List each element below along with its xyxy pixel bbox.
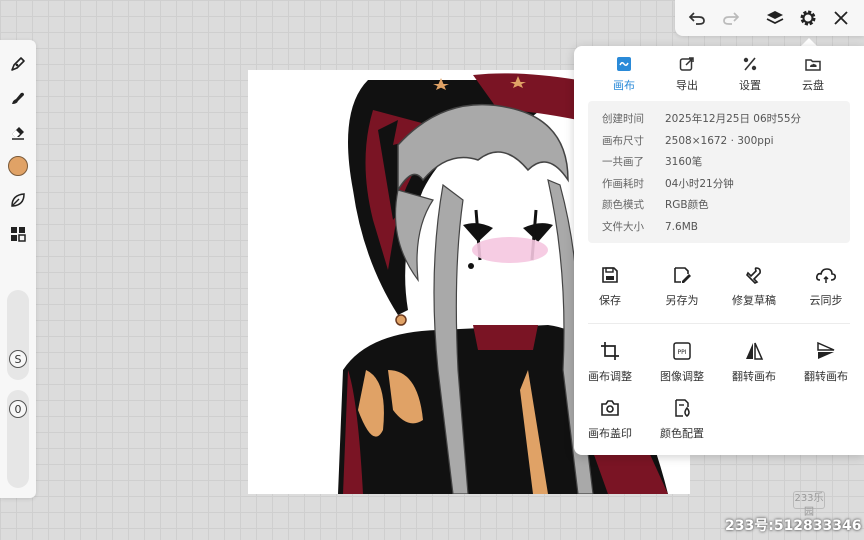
flip-vertical-icon: [790, 340, 862, 362]
close-icon[interactable]: [829, 6, 853, 30]
gear-icon[interactable]: [796, 6, 820, 30]
crop-icon: [574, 340, 646, 362]
layers-icon[interactable]: [763, 6, 787, 30]
color-config-icon: [646, 397, 718, 419]
ppi-icon: PPI: [646, 340, 718, 362]
leaf-icon[interactable]: [6, 188, 30, 212]
grid-icon[interactable]: [6, 222, 30, 246]
camera-icon: [574, 397, 646, 419]
canvas-adjust-button[interactable]: 画布调整: [574, 340, 646, 384]
left-toolbar: S 0: [0, 40, 36, 498]
color-config-button[interactable]: 颜色配置: [646, 397, 718, 441]
undo-icon[interactable]: [685, 6, 709, 30]
cloud-drive-icon: [778, 56, 848, 74]
redo-icon[interactable]: [719, 6, 743, 30]
canvas-adjust-label: 画布调整: [588, 370, 632, 383]
cloud-sync-button[interactable]: 云同步: [790, 264, 862, 308]
save-icon: [574, 264, 646, 286]
settings-icon: [715, 56, 785, 74]
canvas-stamp-button[interactable]: 画布盖印: [574, 397, 646, 441]
flip-horizontal-label: 翻转画布: [732, 370, 776, 383]
tab-export[interactable]: 导出: [652, 56, 722, 93]
save-button[interactable]: 保存: [574, 264, 646, 308]
repair-icon: [718, 264, 790, 286]
info-size: 画布尺寸 2508×1672 · 300ppi: [602, 135, 774, 147]
panel-divider: [588, 323, 850, 324]
brush-size-knob[interactable]: S: [9, 350, 27, 368]
watermark-logo: 233乐园: [793, 491, 825, 518]
eraser-icon[interactable]: [6, 120, 30, 144]
ppi-badge: PPI: [677, 349, 686, 356]
opacity-knob[interactable]: 0: [9, 400, 27, 418]
flip-horizontal-icon: [718, 340, 790, 362]
tab-export-label: 导出: [676, 79, 698, 92]
image-adjust-button[interactable]: PPI 图像调整: [646, 340, 718, 384]
info-duration: 作画耗时 04小时21分钟: [602, 178, 734, 190]
panel-caret: [801, 38, 817, 46]
flip-canvas-horizontal-button[interactable]: 翻转画布: [718, 340, 790, 384]
info-strokes: 一共画了 3160笔: [602, 156, 703, 168]
color-config-label: 颜色配置: [660, 427, 704, 440]
tab-cloud-drive[interactable]: 云盘: [778, 56, 848, 93]
current-color: [8, 156, 28, 176]
cloud-sync-icon: [790, 264, 862, 286]
image-adjust-label: 图像调整: [660, 370, 704, 383]
canvas-stamp-label: 画布盖印: [588, 427, 632, 440]
tab-cloud-drive-label: 云盘: [802, 79, 824, 92]
repair-draft-button[interactable]: 修复草稿: [718, 264, 790, 308]
info-file-size: 文件大小 7.6MB: [602, 221, 698, 233]
top-toolbar: [675, 0, 864, 36]
info-color-mode: 颜色模式 RGB颜色: [602, 199, 709, 211]
tab-canvas[interactable]: 画布: [589, 56, 659, 93]
canvas-settings-panel: 画布 导出 设置 云盘 创建时间 2025年12月25日 06时55分 画布尺寸 2…: [574, 46, 864, 455]
color-swatch[interactable]: [6, 154, 30, 178]
flip-vertical-label: 翻转画布: [804, 370, 848, 383]
smudge-icon[interactable]: [6, 86, 30, 110]
save-label: 保存: [599, 294, 621, 307]
tab-canvas-label: 画布: [613, 79, 635, 92]
brush-icon[interactable]: [6, 52, 30, 76]
canvas-info: 创建时间 2025年12月25日 06时55分 画布尺寸 2508×1672 · 3…: [588, 101, 850, 243]
canvas-icon: [589, 56, 659, 74]
save-as-label: 另存为: [665, 294, 699, 307]
watermark-id: 233号:512833346: [725, 518, 862, 534]
repair-draft-label: 修复草稿: [732, 294, 776, 307]
flip-canvas-vertical-button[interactable]: 翻转画布: [790, 340, 862, 384]
tab-settings[interactable]: 设置: [715, 56, 785, 93]
export-icon: [652, 56, 722, 74]
save-as-icon: [646, 264, 718, 286]
save-as-button[interactable]: 另存为: [646, 264, 718, 308]
info-created: 创建时间 2025年12月25日 06时55分: [602, 113, 802, 125]
cloud-sync-label: 云同步: [809, 294, 843, 307]
tab-settings-label: 设置: [739, 79, 761, 92]
